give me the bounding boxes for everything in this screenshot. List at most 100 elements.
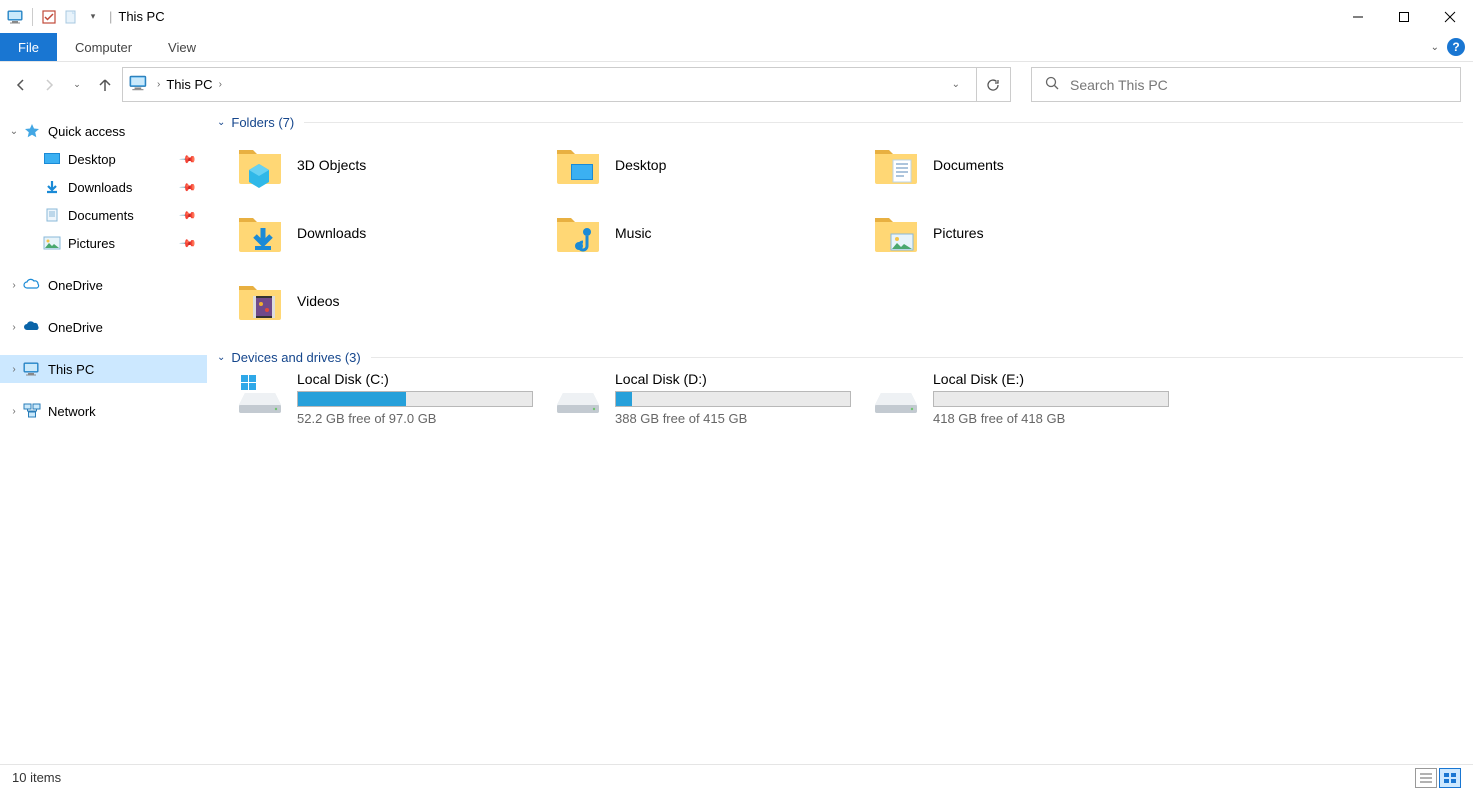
maximize-button[interactable] — [1381, 0, 1427, 33]
sidebar-item-documents[interactable]: Documents 📌 — [0, 201, 207, 229]
folder-icon — [235, 278, 285, 324]
tab-computer[interactable]: Computer — [57, 33, 150, 61]
group-header-folders[interactable]: ⌄ Folders (7) — [217, 115, 1463, 130]
main-area: ⌄ Quick access Desktop 📌 Downloads 📌 Doc… — [0, 107, 1473, 764]
chevron-right-icon[interactable]: › — [6, 322, 22, 333]
drive-icon — [235, 371, 285, 417]
folder-item[interactable]: Pictures — [871, 204, 1189, 262]
folder-item[interactable]: 3D Objects — [235, 136, 553, 194]
chevron-right-icon[interactable]: › — [6, 406, 22, 417]
drive-info: Local Disk (E:) 418 GB free of 418 GB — [933, 371, 1189, 426]
tab-view-label: View — [168, 40, 196, 55]
qat-dropdown-icon[interactable]: ▾ — [83, 7, 103, 27]
drive-free-text: 418 GB free of 418 GB — [933, 411, 1169, 426]
folder-item[interactable]: Videos — [235, 272, 553, 330]
folder-item[interactable]: Music — [553, 204, 871, 262]
search-box[interactable] — [1031, 67, 1461, 102]
sidebar-item-pictures[interactable]: Pictures 📌 — [0, 229, 207, 257]
window-title: This PC — [118, 9, 164, 24]
pin-icon: 📌 — [179, 150, 198, 169]
sidebar-item-onedrive[interactable]: › OneDrive — [0, 313, 207, 341]
title-bar: ▾ | This PC — [0, 0, 1473, 33]
drive-grid: Local Disk (C:) 52.2 GB free of 97.0 GB … — [235, 371, 1463, 426]
properties-icon[interactable] — [39, 7, 59, 27]
view-tiles-button[interactable] — [1439, 768, 1461, 788]
back-button[interactable] — [12, 76, 30, 94]
folder-name: Desktop — [615, 157, 666, 173]
pc-icon — [6, 7, 26, 27]
refresh-button[interactable] — [976, 67, 1011, 102]
chevron-right-icon[interactable]: › — [6, 280, 22, 291]
sidebar-item-network[interactable]: › Network — [0, 397, 207, 425]
onedrive-icon — [22, 318, 42, 336]
sidebar-item-onedrive[interactable]: › OneDrive — [0, 271, 207, 299]
up-button[interactable] — [96, 76, 114, 94]
pin-icon: 📌 — [179, 234, 198, 253]
group-drives-label: Devices and drives (3) — [231, 350, 360, 365]
drive-free-text: 388 GB free of 415 GB — [615, 411, 851, 426]
divider — [371, 357, 1463, 358]
separator — [32, 8, 33, 26]
folder-item[interactable]: Documents — [871, 136, 1189, 194]
folder-icon — [235, 210, 285, 256]
recent-dropdown[interactable]: ⌄ — [68, 76, 86, 94]
address-bar[interactable]: › This PC › ⌄ — [122, 67, 977, 102]
minimize-button[interactable] — [1335, 0, 1381, 33]
sidebar-label: Pictures — [68, 236, 115, 251]
forward-button[interactable] — [40, 76, 58, 94]
drive-free-text: 52.2 GB free of 97.0 GB — [297, 411, 533, 426]
search-input[interactable] — [1070, 77, 1448, 93]
drive-item[interactable]: Local Disk (E:) 418 GB free of 418 GB — [871, 371, 1189, 426]
help-button[interactable]: ? — [1447, 38, 1465, 56]
drive-item[interactable]: Local Disk (D:) 388 GB free of 415 GB — [553, 371, 871, 426]
tab-view[interactable]: View — [150, 33, 214, 61]
sidebar-item-quickaccess[interactable]: ⌄ Quick access — [0, 117, 207, 145]
address-dropdown[interactable]: ⌄ — [942, 79, 970, 90]
group-header-drives[interactable]: ⌄ Devices and drives (3) — [217, 350, 1463, 365]
folder-icon — [235, 142, 285, 188]
breadcrumb-thispc[interactable]: This PC — [166, 77, 212, 92]
ribbon-expand-icon[interactable]: ⌄ — [1431, 42, 1439, 53]
chevron-right-icon[interactable]: › — [157, 79, 160, 90]
sidebar-label: This PC — [48, 362, 94, 377]
folder-name: Music — [615, 225, 652, 241]
sidebar-item-desktop[interactable]: Desktop 📌 — [0, 145, 207, 173]
item-count: 10 items — [12, 770, 61, 785]
drive-usage-bar — [297, 391, 533, 407]
folder-name: Documents — [933, 157, 1004, 173]
sidebar-label: Documents — [68, 208, 134, 223]
status-bar: 10 items — [0, 764, 1473, 790]
tab-file[interactable]: File — [0, 33, 57, 61]
drive-name: Local Disk (E:) — [933, 371, 1169, 387]
sidebar-label: Network — [48, 404, 96, 419]
pin-icon: 📌 — [179, 206, 198, 225]
chevron-down-icon: ⌄ — [217, 352, 225, 363]
divider — [304, 122, 1463, 123]
sidebar-item-downloads[interactable]: Downloads 📌 — [0, 173, 207, 201]
drive-icon — [871, 371, 921, 417]
chevron-right-icon[interactable]: › — [6, 364, 22, 375]
picture-icon — [42, 234, 62, 252]
nav-arrows: ⌄ — [12, 76, 114, 94]
drive-item[interactable]: Local Disk (C:) 52.2 GB free of 97.0 GB — [235, 371, 553, 426]
chevron-right-icon[interactable]: › — [219, 79, 222, 90]
ribbon-tabs: File Computer View ⌄ ? — [0, 33, 1473, 62]
drive-info: Local Disk (C:) 52.2 GB free of 97.0 GB — [297, 371, 553, 426]
close-button[interactable] — [1427, 0, 1473, 33]
group-folders-label: Folders (7) — [231, 115, 294, 130]
new-folder-icon[interactable] — [61, 7, 81, 27]
drive-info: Local Disk (D:) 388 GB free of 415 GB — [615, 371, 871, 426]
sidebar-item-thispc[interactable]: › This PC — [0, 355, 207, 383]
folder-name: Pictures — [933, 225, 984, 241]
drive-icon — [553, 371, 603, 417]
quick-access-toolbar: ▾ — [6, 7, 103, 27]
chevron-down-icon[interactable]: ⌄ — [6, 126, 22, 137]
view-details-button[interactable] — [1415, 768, 1437, 788]
sidebar-label: Downloads — [68, 180, 132, 195]
drive-name: Local Disk (D:) — [615, 371, 851, 387]
folder-item[interactable]: Downloads — [235, 204, 553, 262]
desktop-icon — [42, 150, 62, 168]
network-icon — [22, 402, 42, 420]
folder-item[interactable]: Desktop — [553, 136, 871, 194]
pin-icon: 📌 — [179, 178, 198, 197]
